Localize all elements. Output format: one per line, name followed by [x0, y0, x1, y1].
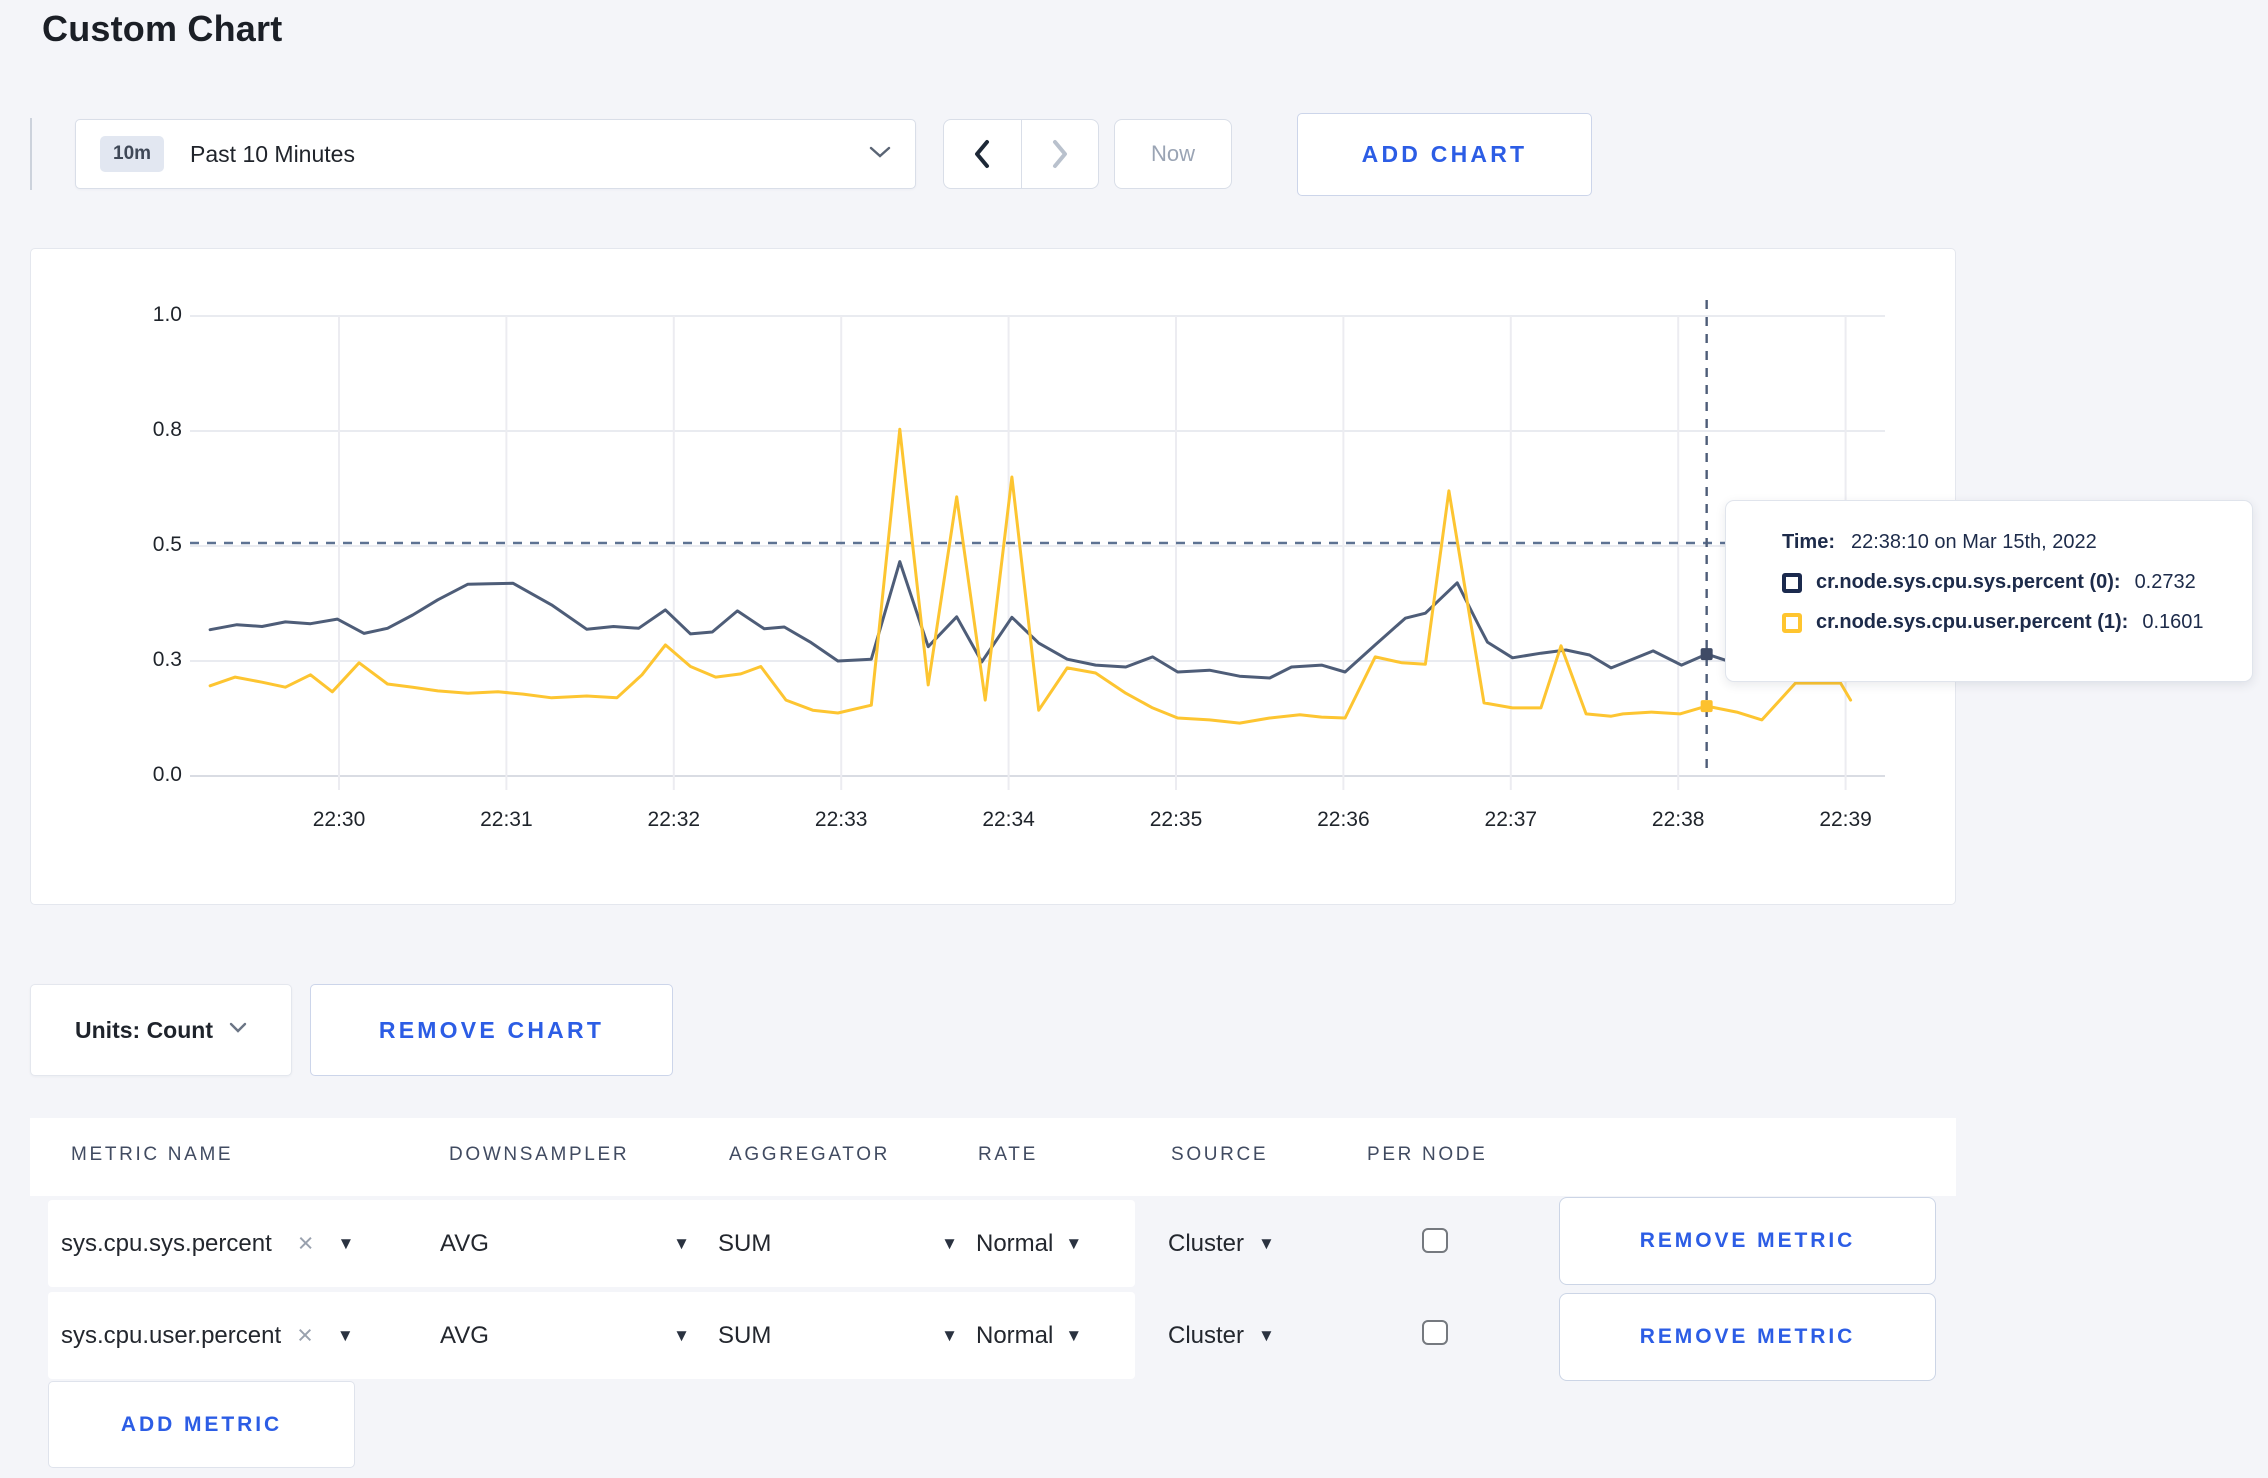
tooltip-user-label: cr.node.sys.cpu.user.percent (1): [1816, 611, 2129, 633]
rate-value: Normal [976, 1321, 1054, 1349]
y-axis-tick-label: 0.0 [152, 763, 182, 786]
rate-dropdown[interactable]: Normal ▼ [976, 1200, 1082, 1287]
caret-down-icon: ▼ [673, 1234, 690, 1253]
caret-down-icon: ▼ [1258, 1326, 1275, 1345]
tooltip-sys-value: 0.2732 [2134, 571, 2196, 593]
crosshair-dot-1 [1700, 700, 1713, 713]
remove-chart-label: REMOVE CHART [378, 1016, 605, 1043]
units-label: Units: Count [75, 1016, 213, 1043]
tooltip-sys-label: cr.node.sys.cpu.sys.percent (0): [1816, 571, 2121, 593]
remove-metric-button[interactable]: REMOVE METRIC [1559, 1293, 1936, 1381]
x-axis-tick-label: 22:38 [1651, 808, 1705, 831]
col-header-downsampler: DOWNSAMPLER [449, 1144, 630, 1165]
source-value: Cluster [1168, 1229, 1245, 1257]
aggregator-dropdown[interactable]: SUM ▼ [718, 1200, 958, 1287]
source-dropdown[interactable]: Cluster ▼ [1168, 1292, 1275, 1379]
rate-dropdown[interactable]: Normal ▼ [976, 1292, 1082, 1379]
caret-down-icon: ▼ [673, 1326, 690, 1345]
metric-row: sys.cpu.sys.percent × ▼ AVG ▼ SUM ▼ Norm… [48, 1200, 1135, 1287]
series-user-swatch-icon [1782, 612, 1802, 633]
x-axis-tick-label: 22:30 [312, 808, 366, 831]
x-axis-tick-label: 22:34 [982, 808, 1035, 831]
downsampler-value: AVG [440, 1229, 489, 1257]
col-header-rate: RATE [978, 1144, 1038, 1165]
rate-value: Normal [976, 1229, 1054, 1257]
downsampler-dropdown[interactable]: AVG ▼ [440, 1292, 690, 1379]
x-axis-tick-label: 22:36 [1317, 808, 1370, 831]
col-header-per-node: PER NODE [1367, 1144, 1488, 1165]
custom-chart-page: Custom Chart 10m Past 10 Minutes Now ADD… [0, 0, 2268, 1478]
crosshair-dot-0 [1700, 648, 1713, 661]
metric-name-dropdown[interactable]: sys.cpu.sys.percent × ▼ [61, 1200, 354, 1287]
units-dropdown[interactable]: Units: Count [30, 984, 292, 1076]
caret-down-icon: ▼ [1258, 1234, 1275, 1253]
aggregator-dropdown[interactable]: SUM ▼ [718, 1292, 958, 1379]
series-line-1 [208, 427, 1853, 725]
series-sys-swatch-icon [1782, 572, 1802, 593]
add-metric-label: ADD METRIC [120, 1412, 283, 1436]
tooltip-user-value: 0.1601 [2142, 611, 2204, 633]
caret-down-icon: ▼ [1065, 1326, 1083, 1345]
metric-name: sys.cpu.user.percent [61, 1321, 282, 1349]
remove-metric-label: REMOVE METRIC [1639, 1325, 1856, 1348]
caret-down-icon: ▼ [336, 1326, 354, 1345]
caret-down-icon: ▼ [337, 1234, 355, 1253]
metric-name: sys.cpu.sys.percent [61, 1229, 272, 1257]
chevron-down-icon [229, 1021, 247, 1039]
x-axis-tick-label: 22:35 [1149, 808, 1203, 831]
x-axis-tick-label: 22:32 [647, 808, 701, 831]
add-metric-button[interactable]: ADD METRIC [48, 1381, 355, 1468]
aggregator-value: SUM [718, 1321, 772, 1349]
y-axis-tick-label: 0.3 [152, 648, 182, 671]
remove-metric-x-icon[interactable]: × [298, 1230, 314, 1257]
source-dropdown[interactable]: Cluster ▼ [1168, 1200, 1275, 1287]
metric-name-dropdown[interactable]: sys.cpu.user.percent × ▼ [61, 1292, 354, 1379]
y-axis-tick-label: 0.5 [152, 533, 182, 556]
remove-metric-x-icon[interactable]: × [297, 1322, 313, 1349]
chart-tooltip: Time: 22:38:10 on Mar 15th, 2022 cr.node… [1725, 500, 2253, 682]
downsampler-dropdown[interactable]: AVG ▼ [440, 1200, 690, 1287]
x-axis-tick-label: 22:39 [1819, 808, 1872, 831]
x-axis-tick-label: 22:31 [480, 808, 533, 831]
remove-chart-button[interactable]: REMOVE CHART [310, 984, 673, 1076]
y-axis-tick-label: 0.8 [152, 418, 182, 441]
source-value: Cluster [1168, 1321, 1245, 1349]
x-axis-tick-label: 22:37 [1484, 808, 1538, 831]
caret-down-icon: ▼ [941, 1234, 958, 1253]
col-header-aggregator: AGGREGATOR [729, 1144, 891, 1165]
per-node-checkbox[interactable] [1422, 1320, 1448, 1345]
y-axis-tick-label: 1.0 [152, 303, 182, 326]
per-node-checkbox[interactable] [1422, 1228, 1448, 1253]
remove-metric-button[interactable]: REMOVE METRIC [1559, 1197, 1936, 1285]
col-header-metric-name: METRIC NAME [71, 1144, 234, 1165]
caret-down-icon: ▼ [941, 1326, 958, 1345]
caret-down-icon: ▼ [1065, 1234, 1083, 1253]
x-axis-tick-label: 22:33 [814, 808, 868, 831]
downsampler-value: AVG [440, 1321, 489, 1349]
remove-metric-label: REMOVE METRIC [1639, 1229, 1856, 1252]
tooltip-time-label: Time: [1782, 531, 1835, 553]
col-header-source: SOURCE [1171, 1144, 1269, 1165]
metrics-table-header: METRIC NAME DOWNSAMPLER AGGREGATOR RATE … [30, 1118, 1956, 1196]
aggregator-value: SUM [718, 1229, 772, 1257]
metric-row: sys.cpu.user.percent × ▼ AVG ▼ SUM ▼ Nor… [48, 1292, 1135, 1379]
tooltip-time-value: 22:38:10 on Mar 15th, 2022 [1850, 531, 2097, 553]
